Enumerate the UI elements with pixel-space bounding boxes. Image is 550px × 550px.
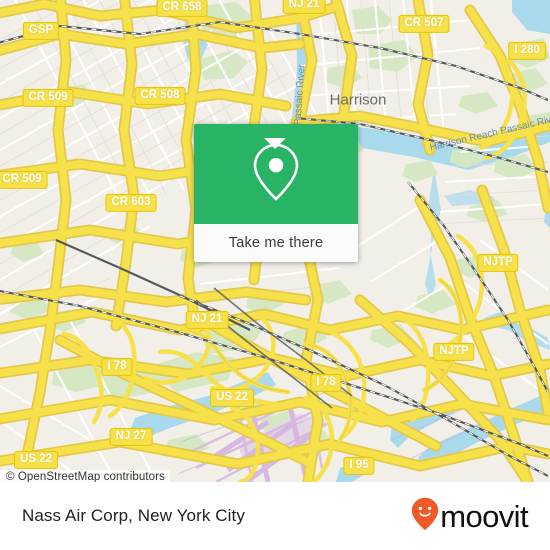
road-shield: I 95 [343, 456, 375, 476]
footer-bar: Nass Air Corp, New York City moovit [0, 482, 550, 550]
moovit-smiling-pin-icon [411, 497, 439, 536]
osm-attribution[interactable]: © OpenStreetMap contributors [0, 470, 170, 482]
take-me-there-button[interactable]: Take me there [194, 224, 358, 262]
location-title: Nass Air Corp, New York City [22, 506, 245, 525]
road-shield: CR 509 [0, 170, 48, 190]
road-shield: NJ 21 [282, 0, 326, 15]
road-shield: I 78 [101, 357, 133, 377]
road-shield: CR 509 [22, 88, 74, 108]
road-shield: GSP [22, 21, 60, 41]
road-shield: NJ 21 [185, 310, 229, 330]
map-pin-icon [250, 141, 302, 208]
road-shield: NJTP [433, 342, 475, 362]
road-shield: CR 603 [105, 193, 157, 213]
moovit-logo[interactable]: moovit [411, 497, 529, 536]
popup-pointer-tail [264, 138, 286, 149]
road-shield: NJ 27 [109, 427, 153, 447]
moovit-wordmark: moovit [440, 498, 528, 534]
road-shield: US 22 [14, 450, 58, 470]
road-shield: I 78 [310, 373, 342, 393]
road-shield: CR 508 [134, 86, 186, 106]
road-shield: CR 658 [156, 0, 208, 18]
road-shield: US 22 [210, 388, 254, 408]
screenshot-root: CR 658 NJ 21 CR 507 I 280 GSP CR 509 CR 508 CR … [0, 0, 550, 550]
road-shield: CR 507 [398, 14, 450, 34]
take-me-there-label: Take me there [228, 235, 324, 251]
place-label: Harrison [329, 91, 387, 109]
road-shield: NJTP [477, 253, 519, 273]
road-shield: I 280 [508, 41, 546, 61]
